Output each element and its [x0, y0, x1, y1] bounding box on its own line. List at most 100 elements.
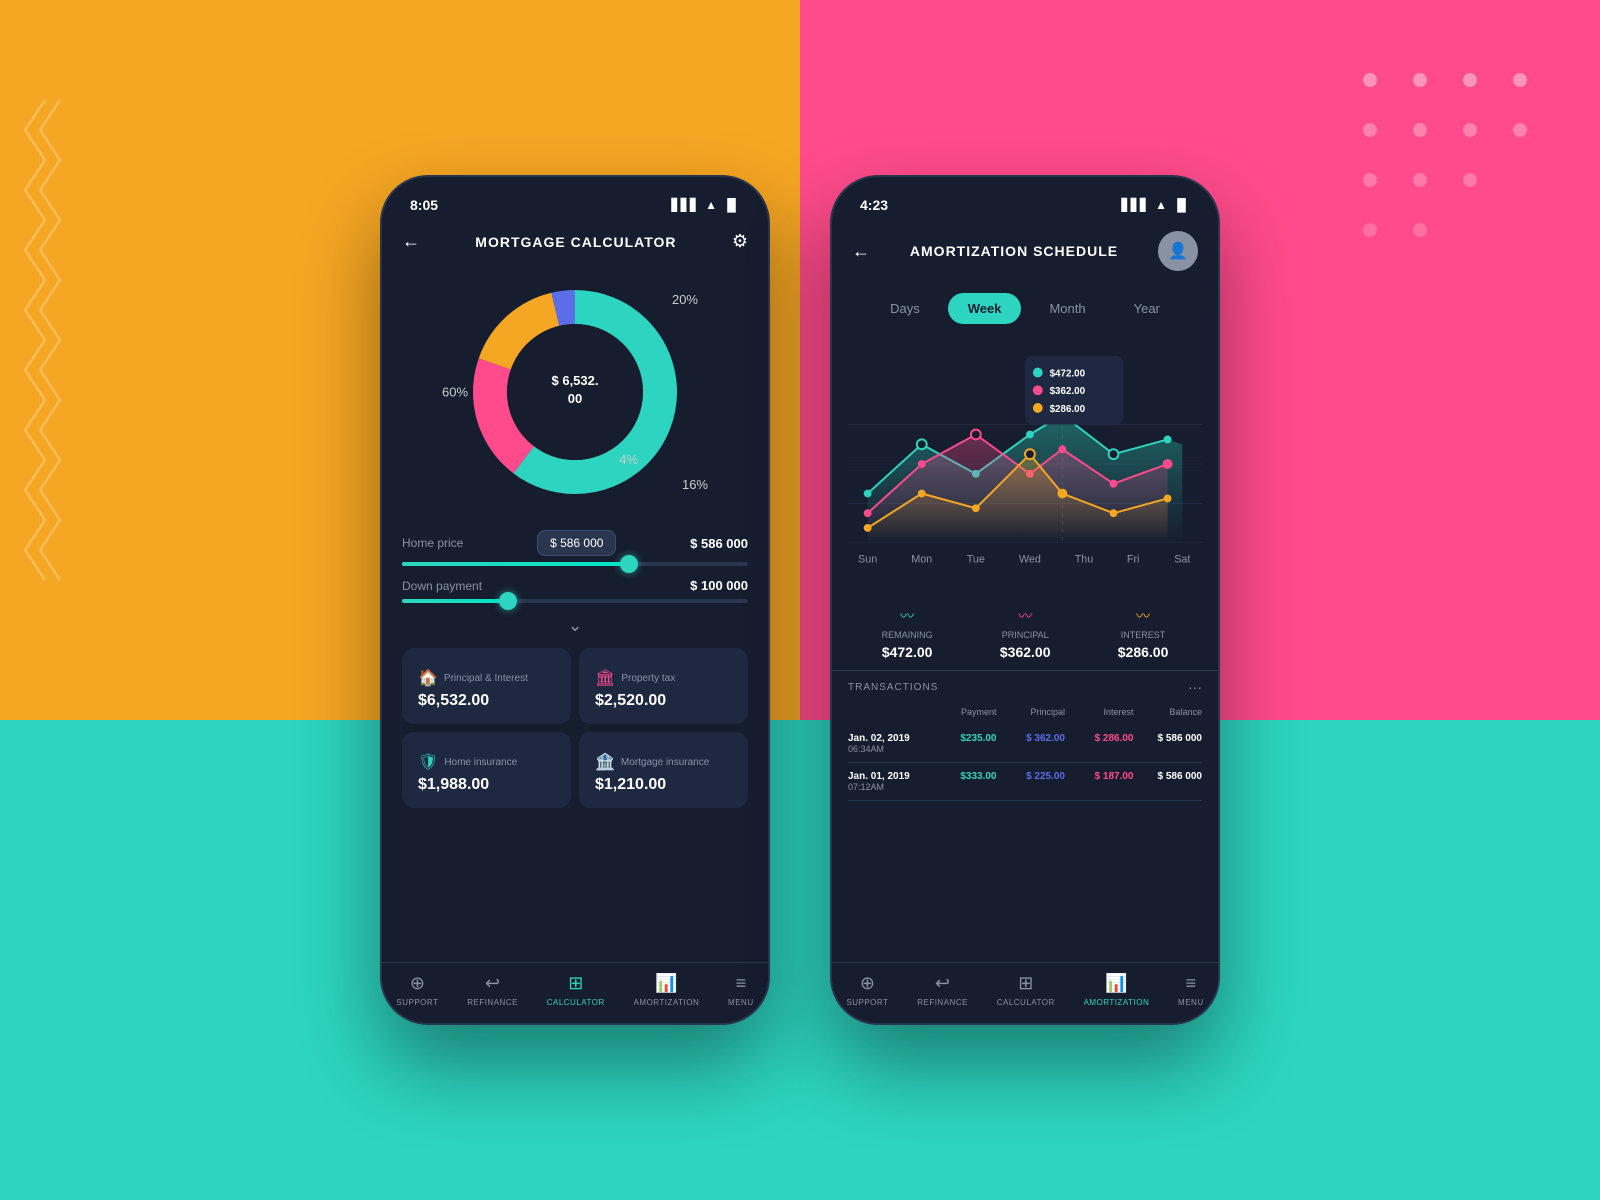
nav-label-amort-2: AMORTIZATION	[1084, 998, 1150, 1007]
col-principal: Principal	[1010, 707, 1065, 717]
nav-label-menu-2: MENU	[1178, 998, 1204, 1007]
card-label-principal: 🏠 Principal & Interest	[418, 668, 555, 688]
col-payment: Payment	[942, 707, 997, 717]
trans-principal-1: $ 362.00	[1010, 733, 1065, 744]
card-home-ins: 🛡 Home insurance $1,988.00	[402, 732, 571, 808]
donut-label-16: 16%	[682, 477, 708, 492]
nav-label-menu-1: MENU	[728, 998, 754, 1007]
down-payment-slider[interactable]	[402, 599, 748, 603]
svg-text:Sun: Sun	[858, 553, 877, 565]
expand-button[interactable]: ⌄	[382, 615, 768, 636]
svg-text:$286.00: $286.00	[1050, 404, 1086, 415]
transactions-title: TRANSACTIONS	[848, 682, 938, 693]
refinance-icon: ↩	[485, 973, 500, 994]
nav-support-2[interactable]: ⊕ SUPPORT	[846, 973, 888, 1007]
tab-days[interactable]: Days	[870, 293, 940, 324]
notch-1	[515, 177, 635, 205]
tab-week[interactable]: Week	[948, 293, 1022, 324]
back-button-1[interactable]: ←	[402, 231, 420, 252]
support-icon: ⊕	[410, 973, 425, 994]
tab-year[interactable]: Year	[1114, 293, 1180, 324]
card-value-tax: $2,520.00	[595, 692, 732, 710]
trans-time-2: 07:12AM	[848, 782, 928, 792]
period-tabs: Days Week Month Year	[832, 285, 1218, 332]
refinance-icon-2: ↩	[935, 973, 950, 994]
col-balance: Balance	[1147, 707, 1202, 717]
trans-balance-1: $ 586 000	[1147, 733, 1202, 744]
nav-menu-1[interactable]: ≡ MENU	[728, 973, 754, 1007]
home-price-display: $ 586 000	[690, 536, 748, 551]
card-label-home-ins: 🛡 Home insurance	[418, 752, 555, 772]
remaining-wave-icon: 〰	[900, 606, 914, 626]
wifi-icon-2: ▲	[1155, 198, 1167, 212]
trans-col-headers: Payment Principal Interest Balance	[848, 703, 1202, 721]
nav-refinance-1[interactable]: ↩ REFINANCE	[467, 973, 518, 1007]
battery-icon-2: ▐▌	[1173, 198, 1190, 212]
stat-label-interest: Interest	[1121, 630, 1166, 640]
trans-date-2: Jan. 01, 2019	[848, 771, 928, 782]
time-1: 8:05	[410, 197, 438, 213]
top-bar-2: ← AMORTIZATION SCHEDULE 👤	[832, 221, 1218, 281]
notch-2	[965, 177, 1085, 205]
home-price-slider[interactable]	[402, 562, 748, 566]
nav-label-calculator-1: CALCULATOR	[547, 998, 605, 1007]
trans-payment-1: $235.00	[942, 733, 997, 744]
nav-menu-2[interactable]: ≡ MENU	[1178, 973, 1204, 1007]
down-payment-row: Down payment $ 100 000	[402, 578, 748, 593]
transactions-section: TRANSACTIONS ··· Payment Principal Inter…	[832, 671, 1218, 809]
col-interest: Interest	[1079, 707, 1134, 717]
stat-value-principal: $362.00	[1000, 644, 1051, 660]
nav-amortization-2[interactable]: 📊 AMORTIZATION	[1084, 973, 1150, 1007]
svg-text:Mon: Mon	[911, 553, 932, 565]
summary-grid: 🏠 Principal & Interest $6,532.00 🏛 Prope…	[382, 640, 768, 816]
signal-icon: ▋▋▋	[671, 198, 699, 212]
stat-remaining: 〰 Remaining $472.00	[882, 606, 933, 660]
donut-svg: $ 6,532. 00	[460, 277, 690, 507]
nav-amortization-1[interactable]: 📊 AMORTIZATION	[634, 973, 700, 1007]
principal-wave-icon: 〰	[1018, 606, 1032, 626]
amortization-icon-2: 📊	[1105, 973, 1127, 994]
filter-button[interactable]: ⚙	[732, 231, 748, 252]
chart-container: Sun Mon Tue Wed Thu Fri Sat $472.00 $362…	[832, 336, 1218, 596]
stat-label-principal: Principal	[1002, 630, 1049, 640]
nav-label-support-2: SUPPORT	[846, 998, 888, 1007]
nav-calculator-1[interactable]: ⊞ CALCULATOR	[547, 973, 605, 1007]
signal-icon-2: ▋▋▋	[1121, 198, 1149, 212]
top-bar-1: ← MORTGAGE CALCULATOR ⚙	[382, 221, 768, 262]
user-avatar[interactable]: 👤	[1158, 231, 1198, 271]
card-value-mort-ins: $1,210.00	[595, 776, 732, 794]
svg-text:Sat: Sat	[1174, 553, 1190, 565]
trans-interest-1: $ 286.00	[1079, 733, 1134, 744]
trans-balance-2: $ 586 000	[1147, 771, 1202, 782]
transaction-2: Jan. 01, 2019 07:12AM $333.00 $ 225.00 $…	[848, 763, 1202, 801]
back-button-2[interactable]: ←	[852, 241, 870, 262]
phones-wrapper: 8:05 ▋▋▋ ▲ ▐▌ ← MORTGAGE CALCULATOR ⚙	[0, 0, 1600, 1200]
support-icon-2: ⊕	[860, 973, 875, 994]
stat-value-interest: $286.00	[1118, 644, 1169, 660]
interest-wave-icon: 〰	[1136, 606, 1150, 626]
bottom-nav-2: ⊕ SUPPORT ↩ REFINANCE ⊞ CALCULATOR 📊 AMO…	[832, 962, 1218, 1023]
stat-value-remaining: $472.00	[882, 644, 933, 660]
card-principal: 🏠 Principal & Interest $6,532.00	[402, 648, 571, 724]
tab-month[interactable]: Month	[1029, 293, 1105, 324]
menu-icon-2: ≡	[1186, 973, 1197, 994]
transactions-options[interactable]: ···	[1188, 679, 1202, 695]
transactions-header: TRANSACTIONS ···	[848, 679, 1202, 695]
donut-chart: $ 6,532. 00 60% 20% 16% 4%	[382, 262, 768, 522]
trans-time-1: 06:34AM	[848, 744, 928, 754]
input-section: Home price $ 586 000 $ 586 000 Down paym…	[382, 530, 768, 603]
home-price-box[interactable]: $ 586 000	[537, 530, 616, 556]
nav-calculator-2[interactable]: ⊞ CALCULATOR	[997, 973, 1055, 1007]
card-label-tax: 🏛 Property tax	[595, 668, 732, 688]
down-payment-label: Down payment	[402, 579, 482, 593]
time-2: 4:23	[860, 197, 888, 213]
amortization-icon-1: 📊	[655, 973, 677, 994]
nav-refinance-2[interactable]: ↩ REFINANCE	[917, 973, 968, 1007]
phone-calculator: 8:05 ▋▋▋ ▲ ▐▌ ← MORTGAGE CALCULATOR ⚙	[380, 175, 770, 1025]
phone-amortization: 4:23 ▋▋▋ ▲ ▐▌ ← AMORTIZATION SCHEDULE 👤 …	[830, 175, 1220, 1025]
stat-principal: 〰 Principal $362.00	[1000, 606, 1051, 660]
status-icons-1: ▋▋▋ ▲ ▐▌	[671, 198, 740, 212]
calculator-icon-2: ⊞	[1018, 973, 1033, 994]
wifi-icon: ▲	[705, 198, 717, 212]
nav-support-1[interactable]: ⊕ SUPPORT	[396, 973, 438, 1007]
